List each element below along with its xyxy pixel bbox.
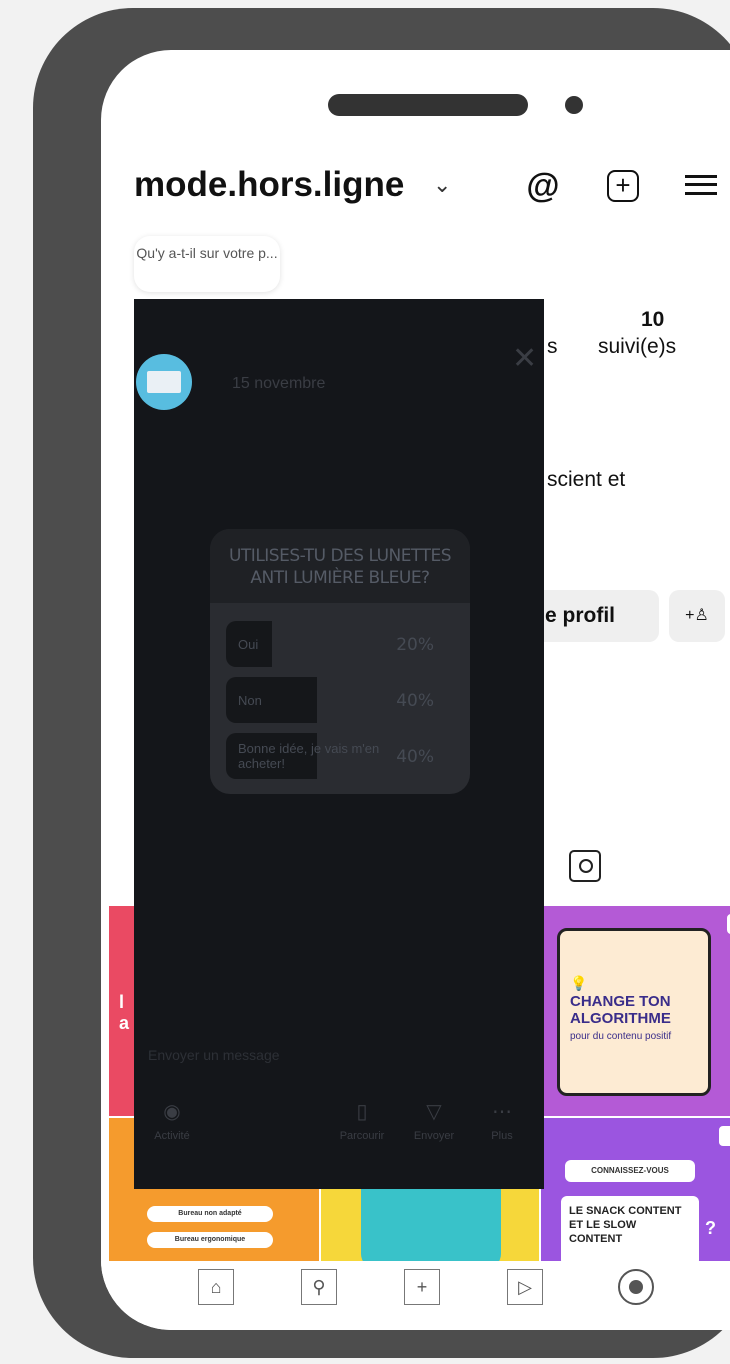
followers-label[interactable]: s <box>547 335 558 359</box>
carousel-icon <box>719 1126 730 1146</box>
poll-option[interactable]: Bonne idée, je vais m'en acheter! 40% <box>226 733 454 779</box>
phone-frame: mode.hors.ligne ⌄ @ + Qu'y a-t-il sur vo… <box>33 8 730 1358</box>
send-button[interactable]: ▽ Envoyer <box>404 1099 464 1142</box>
more-button[interactable]: ⋯ Plus <box>472 1099 532 1142</box>
poll-option-percent: 20% <box>396 635 434 655</box>
chevron-down-icon[interactable]: ⌄ <box>433 172 451 198</box>
poll-option-label: Bonne idée, je vais m'en acheter! <box>238 741 380 771</box>
poll-option[interactable]: Non 40% <box>226 677 454 723</box>
poll-option[interactable]: Oui 20% <box>226 621 454 667</box>
story-date: 15 novembre <box>232 375 326 392</box>
close-icon[interactable]: ✕ <box>512 341 537 376</box>
speaker <box>328 94 528 116</box>
poll-option-label: Non <box>238 692 262 708</box>
browse-icon: ▯ <box>356 1101 368 1123</box>
lightbulb-icon: 💡 <box>570 975 588 991</box>
following-label[interactable]: suivi(e)s <box>598 335 676 359</box>
send-icon: ▽ <box>426 1101 442 1123</box>
story-avatar[interactable] <box>136 354 192 410</box>
following-count[interactable]: 10 <box>641 308 664 332</box>
post-subtitle: pour du contenu positif <box>570 1031 672 1042</box>
poll-question: UTILISES-TU DES LUNETTES ANTI LUMIÈRE BL… <box>210 529 470 603</box>
post-partial-text: la <box>119 992 130 1033</box>
create-icon[interactable]: + <box>404 1269 440 1305</box>
post-tile[interactable]: 💡 CHANGE TON ALGORITHME pour du contenu … <box>541 906 730 1116</box>
activity-button[interactable]: ◉ Activité <box>142 1099 202 1142</box>
add-post-icon[interactable]: + <box>605 168 641 204</box>
home-icon[interactable]: ⌂ <box>198 1269 234 1305</box>
search-icon[interactable]: ⚲ <box>301 1269 337 1305</box>
threads-icon[interactable]: @ <box>525 167 561 205</box>
more-icon: ⋯ <box>492 1101 512 1123</box>
poll-sticker[interactable]: UTILISES-TU DES LUNETTES ANTI LUMIÈRE BL… <box>210 529 470 794</box>
profile-username[interactable]: mode.hors.ligne <box>134 165 404 205</box>
post-pill: Bureau non adapté <box>147 1206 273 1222</box>
menu-icon[interactable] <box>683 172 719 198</box>
reply-input[interactable]: Envoyer un message <box>148 1047 280 1063</box>
post-pill: Bureau ergonomique <box>147 1232 273 1248</box>
post-headline: CHANGE TON ALGORITHME <box>570 993 671 1027</box>
profile-icon[interactable] <box>618 1269 654 1305</box>
post-card: 💡 CHANGE TON ALGORITHME pour du contenu … <box>557 928 711 1096</box>
poll-option-percent: 40% <box>396 691 434 711</box>
post-tag: CONNAISSEZ-VOUS <box>565 1160 695 1182</box>
poll-option-percent: 40% <box>396 747 434 767</box>
poll-option-label: Oui <box>238 636 259 652</box>
bottom-nav: ⌂ ⚲ + ▷ <box>101 1261 730 1330</box>
reels-icon[interactable]: ▷ <box>507 1269 543 1305</box>
story-viewer[interactable]: 15 novembre ✕ UTILISES-TU DES LUNETTES A… <box>134 299 544 1189</box>
phone-screen: mode.hors.ligne ⌄ @ + Qu'y a-t-il sur vo… <box>101 50 730 1330</box>
question-mark: ? <box>705 1218 716 1238</box>
eye-icon: ◉ <box>163 1101 181 1123</box>
add-person-icon[interactable]: +♙ <box>669 590 725 642</box>
post-text: LE SNACK CONTENT ET LE SLOW CONTENT <box>561 1196 699 1261</box>
tagged-posts-icon[interactable] <box>569 850 601 882</box>
post-tile[interactable]: CONNAISSEZ-VOUS LE SNACK CONTENT ET LE S… <box>541 1118 730 1261</box>
browse-button[interactable]: ▯ Parcourir <box>332 1099 392 1142</box>
profile-bio: scient et <box>547 468 626 491</box>
profile-note[interactable]: Qu'y a-t-il sur votre p... <box>134 236 280 292</box>
camera <box>565 96 583 114</box>
